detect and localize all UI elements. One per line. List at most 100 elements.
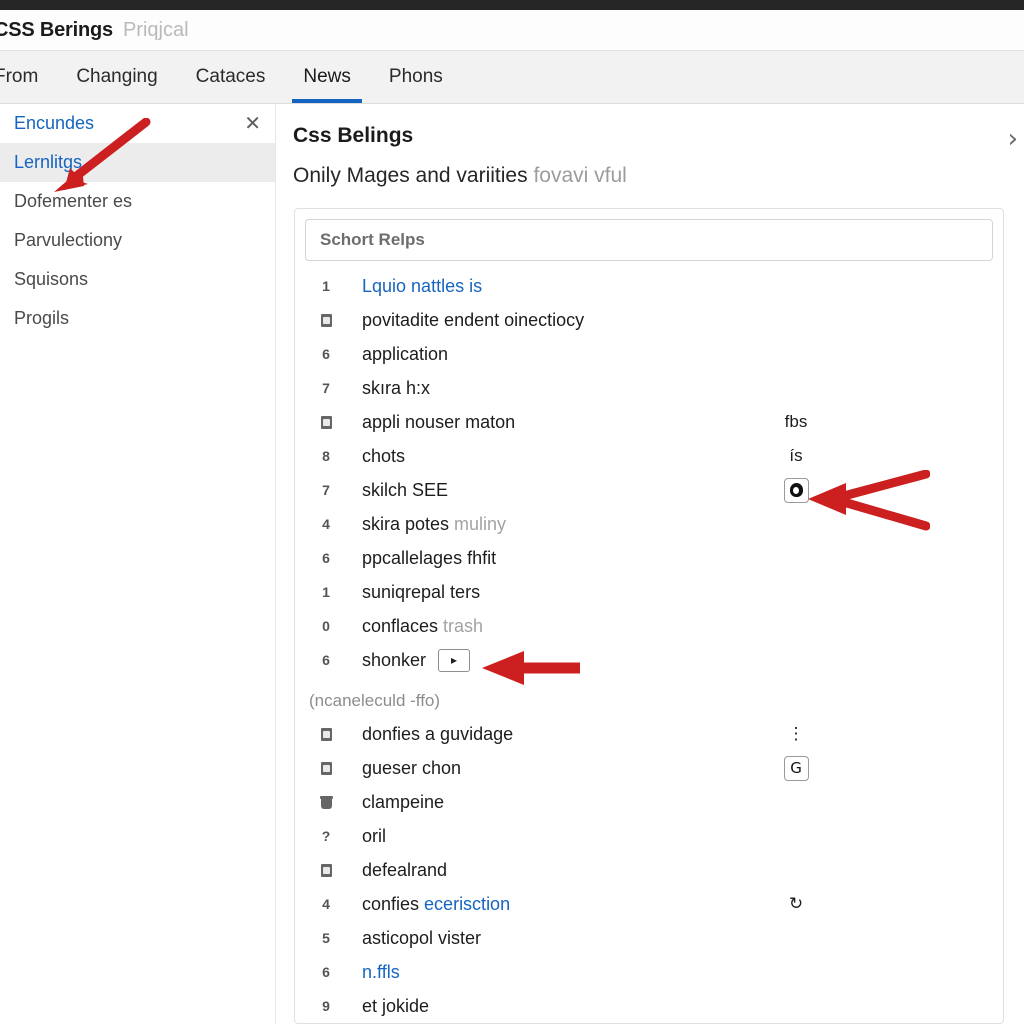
sidebar-item-list: Lernlitgs Dofementer es Parvulectiony Squis… [0,143,275,338]
close-icon[interactable]: ✕ [244,114,261,134]
row-box-icon [312,727,340,741]
row-trailing-text: fbs [784,412,808,431]
sidebar-item-lernlitgs[interactable]: Lernlitgs [0,143,275,182]
list-item-label: ppcallelages fhfit [362,548,496,569]
list-item-text-muted: muliny [454,513,507,534]
sidebar-item-progils[interactable]: Progils [0,299,275,338]
list-item-label: et jokide [362,996,429,1017]
row-marker-digit: 7 [322,482,330,498]
row-marker-digit: 4 [322,896,330,912]
window-title-bar: CSS Berings Priqjcal [0,10,1024,51]
list-item-label: defealrand [362,860,447,881]
sidebar-item-squisons[interactable]: Squisons [0,260,275,299]
list-item-label: clampeine [362,792,444,813]
list-item-text-muted: trash [443,615,484,636]
list-item[interactable]: 8 chots ís [295,439,1003,473]
box-glyph [320,313,332,327]
sidebar: Encundes ✕ Lernlitgs Dofementer es Parvule… [0,104,276,1024]
list-item[interactable]: 1 suniqrepal ters [295,575,1003,609]
sidebar-header-label: Encundes [14,113,95,133]
sidebar-item-label: Progils [14,308,70,328]
list-item-text: asticopol vister [362,927,482,948]
blob-icon [789,483,803,497]
tab-from[interactable]: From [0,50,57,103]
list-item[interactable]: 7 skıra h:x [295,371,1003,405]
cup-glyph [319,795,333,809]
box-glyph [320,727,332,741]
row-marker-digit: 6 [322,550,330,566]
page-subtitle: Onily Mages and variities fovavi vful [293,164,1010,188]
group-label: (ncaneleculd -ffo) [309,691,441,710]
box-glyph [320,415,332,429]
row-marker-digit: 1 [322,278,330,294]
list-item[interactable]: 0 conflaces trash [295,609,1003,643]
sidebar-item-label: Parvulectiony [14,230,123,250]
row-trailing-text: ↻ [788,894,804,913]
tab-cataces[interactable]: Cataces [177,50,285,103]
list-item-label: gueser chon [362,758,461,779]
chevron-right-icon[interactable]: › [1008,126,1018,152]
row-cup-icon [312,795,340,809]
row-marker-digit: 6 [322,346,330,362]
list-item[interactable]: 9 et jokide [295,989,1003,1023]
list-item-label: povitadite endent oinectiocy [362,310,584,331]
row-trailing-chip[interactable] [783,477,809,503]
box-glyph [320,863,332,877]
list-item-text: et jokide [362,995,430,1016]
row-marker-digit: ? [321,828,331,844]
list-item[interactable]: 7 skilch SEE [295,473,1003,507]
list-item-text: chots [362,445,406,466]
sidebar-item-label: Squisons [14,269,89,289]
list-item[interactable]: gueser chon G [295,751,1003,785]
tab-phons[interactable]: Phons [370,50,462,103]
list-item-label: confies ecerisction [362,894,510,915]
sidebar-item-dofementer-es[interactable]: Dofementer es [0,182,275,221]
sidebar-item-parvulectiony[interactable]: Parvulectiony [0,221,275,260]
list-item-text: povitadite endent oinectiocy [362,309,585,330]
list-item-text: clampeine [362,791,445,812]
results-card: Schort Relps 1 Lquio nattles is povitadite… [294,208,1004,1024]
result-list-primary: 1 Lquio nattles is povitadite endent oinec… [295,261,1003,677]
row-trailing-text: ís [789,446,803,465]
row-marker-digit: 8 [322,448,330,464]
row-trailing-chip[interactable]: G [783,755,809,781]
search-input[interactable]: Schort Relps [305,219,993,261]
page-title: Css Belings [293,124,414,147]
list-item-text: confies [362,893,425,914]
list-item[interactable]: defealrand [295,853,1003,887]
result-list-secondary: donfies a guvidage ⋮ gueser chon Gclampeine… [295,717,1003,1023]
tab-changing[interactable]: Changing [57,50,176,103]
list-item[interactable]: 1 Lquio nattles is [295,269,1003,303]
list-item-label: application [362,344,448,365]
list-item[interactable]: 6 ppcallelages fhfit [295,541,1003,575]
list-item-label: skilch SEE [362,480,448,501]
row-trailing: G [779,755,813,781]
list-item[interactable]: povitadite endent oinectiocy [295,303,1003,337]
list-item[interactable]: 4 confies ecerisction ↻ [295,887,1003,921]
list-item[interactable]: 6 shonker ▸ [295,643,1003,677]
list-item[interactable]: 4 skira potes muliny [295,507,1003,541]
window-subtitle: Priqjcal [122,18,189,41]
list-item[interactable]: ? oril [295,819,1003,853]
list-item-text: gueser chon [362,757,462,778]
list-item-text-link[interactable]: ecerisction [424,894,510,914]
list-item-text: skıra h:x [362,377,431,398]
list-item-text: conflaces [362,615,444,636]
list-item[interactable]: clampeine [295,785,1003,819]
list-item-label: shonker [362,650,426,671]
page-subtitle-muted: fovavi vful [533,164,627,187]
sidebar-header: Encundes ✕ [0,104,275,143]
list-item[interactable]: 5 asticopol vister [295,921,1003,955]
list-item[interactable]: donfies a guvidage ⋮ [295,717,1003,751]
row-marker-digit: 6 [322,652,330,668]
list-item[interactable]: appli nouser maton fbs [295,405,1003,439]
row-box-icon [312,863,340,877]
row-expand-button[interactable]: ▸ [438,648,471,672]
tab-news[interactable]: News [284,50,370,103]
list-item-text: skira potes [362,513,455,534]
list-item[interactable]: 6 application [295,337,1003,371]
list-item-text: suniqrepal ters [362,581,481,602]
list-item[interactable]: 6 n.ffls [295,955,1003,989]
content-panel: › Css Belings Onily Mages and variities … [277,104,1024,1024]
list-item-label: oril [362,826,386,847]
